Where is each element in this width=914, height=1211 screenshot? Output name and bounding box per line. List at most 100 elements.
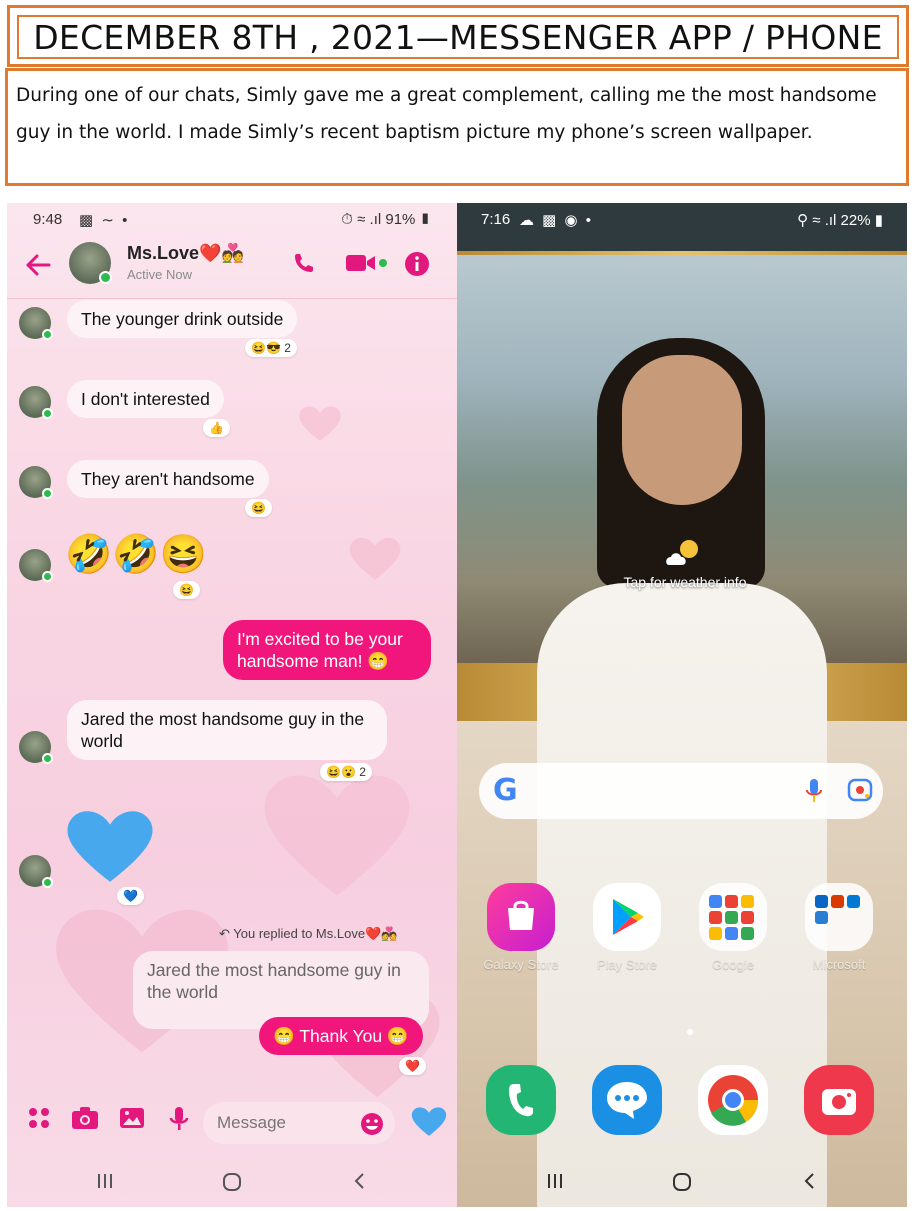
folder-app-grid — [815, 895, 863, 924]
message-reaction[interactable]: 😆😮 2 — [320, 763, 372, 781]
online-indicator — [42, 571, 53, 582]
contact-avatar[interactable] — [69, 242, 112, 284]
gallery-icon[interactable] — [119, 1106, 145, 1130]
notification-icons: ▩ ∼ • — [79, 212, 130, 229]
reply-note-emoji: ❤️💑 — [365, 926, 398, 941]
online-indicator — [42, 877, 53, 888]
emoji-picker-icon[interactable] — [360, 1112, 384, 1136]
weather-label: Tap for weather info — [623, 574, 747, 590]
background-heart-icon — [264, 775, 410, 896]
home-button-icon[interactable] — [671, 1171, 693, 1193]
background-heart-icon — [349, 537, 401, 580]
background-heart-icon — [299, 406, 341, 441]
sender-avatar[interactable] — [19, 307, 53, 340]
battery-indicator: ⏱ ≈ .ıl 91% ▮ — [341, 211, 431, 228]
description-text: During one of our chats, Simly gave me a… — [16, 85, 877, 143]
voice-search-icon[interactable] — [805, 778, 823, 804]
sender-avatar[interactable] — [19, 855, 53, 888]
status-time: 9:48 — [33, 211, 63, 228]
sent-message-bubble[interactable]: I'm excited to be your handsome man! 😁 — [223, 620, 431, 680]
recent-apps-icon[interactable] — [545, 1171, 565, 1191]
title-box: DECEMBER 8TH , 2021—MESSENGER APP / PHON… — [7, 5, 909, 67]
message-bubble[interactable]: The younger drink outside — [67, 300, 298, 338]
message-bubble[interactable]: Jared the most handsome guy in the world — [67, 700, 387, 760]
dock-phone-app[interactable] — [481, 1065, 561, 1135]
microsoft-folder-icon — [805, 883, 873, 951]
sender-avatar[interactable] — [19, 731, 53, 764]
sender-avatar[interactable] — [19, 466, 53, 499]
wallpaper-person-dress — [537, 583, 827, 1207]
app-label: Galaxy Store — [483, 957, 559, 972]
active-status: Active Now — [127, 267, 193, 282]
chat-header: Ms.Love❤️💑 Active Now — [7, 237, 457, 299]
messages-icon — [592, 1065, 662, 1135]
online-indicator — [42, 753, 53, 764]
blue-heart-emoji-icon[interactable] — [63, 803, 157, 887]
galaxy-store-icon — [487, 883, 555, 951]
app-play-store[interactable]: Play Store — [587, 883, 667, 972]
message-bubble[interactable]: I don't interested — [67, 380, 224, 418]
message-composer — [7, 1088, 457, 1158]
video-call-icon[interactable] — [345, 251, 389, 275]
status-time: 7:16 — [481, 211, 511, 228]
phone-call-icon[interactable] — [292, 251, 316, 275]
dock-chrome-app[interactable] — [693, 1065, 773, 1135]
battery-percent: 22% — [840, 212, 871, 229]
contact-name-text: Ms.Love — [127, 243, 200, 263]
page-title: DECEMBER 8TH , 2021—MESSENGER APP / PHON… — [33, 17, 883, 57]
chrome-icon — [698, 1065, 768, 1135]
weather-sun-cloud-icon — [666, 540, 698, 565]
sender-avatar[interactable] — [19, 549, 53, 582]
message-reaction[interactable]: 😆😎 2 — [245, 339, 297, 357]
play-store-icon — [593, 883, 661, 951]
message-reaction[interactable]: 👍 — [203, 419, 230, 437]
recent-apps-icon[interactable] — [95, 1171, 115, 1191]
app-label: Play Store — [597, 957, 657, 972]
back-button-icon[interactable] — [351, 1171, 369, 1191]
status-bar: 9:48 ▩ ∼ • ⏱ ≈ .ıl 91% ▮ — [7, 203, 457, 237]
message-reaction[interactable]: ❤️ — [399, 1057, 426, 1075]
system-nav-bar — [7, 1157, 457, 1207]
weather-widget[interactable]: Tap for weather info — [605, 535, 765, 590]
google-folder-icon — [699, 883, 767, 951]
app-galaxy-store[interactable]: Galaxy Store — [481, 883, 561, 972]
online-indicator — [42, 329, 53, 340]
app-microsoft-folder[interactable]: Microsoft — [799, 883, 879, 972]
emoji-message[interactable]: 🤣🤣😆 — [65, 533, 207, 577]
sent-message-bubble[interactable]: 😁 Thank You 😁 — [259, 1017, 423, 1055]
message-reaction[interactable]: 💙 — [117, 887, 144, 905]
camera-icon[interactable] — [71, 1106, 99, 1130]
back-button-icon[interactable] — [801, 1171, 819, 1191]
description-box: During one of our chats, Simly gave me a… — [5, 68, 909, 186]
app-google-folder[interactable]: Google — [693, 883, 773, 972]
title-inner-border: DECEMBER 8TH , 2021—MESSENGER APP / PHON… — [17, 15, 899, 59]
online-indicator — [42, 488, 53, 499]
message-reaction[interactable]: 😆 — [173, 581, 200, 599]
google-search-bar[interactable]: G — [479, 763, 883, 819]
message-reaction[interactable]: 😆 — [245, 499, 272, 517]
battery-indicator: ⚲ ≈ .ıl 22% ▮ — [797, 212, 883, 229]
reply-note: ↶ You replied to Ms.Love❤️💑 — [219, 926, 398, 941]
status-bar: 7:16 ☁ ▩ ◉ • ⚲ ≈ .ıl 22% ▮ — [457, 203, 907, 237]
battery-percent: 91% — [385, 211, 416, 228]
folder-app-grid — [709, 895, 757, 940]
home-screen-screenshot: 7:16 ☁ ▩ ◉ • ⚲ ≈ .ıl 22% ▮ Tap for weath… — [457, 203, 907, 1207]
google-g-icon: G — [493, 773, 518, 808]
microphone-icon[interactable] — [169, 1106, 189, 1132]
app-label: Microsoft — [812, 957, 866, 972]
sender-avatar[interactable] — [19, 386, 53, 419]
reply-note-text: You replied to Ms.Love — [233, 926, 366, 941]
dock-camera-app[interactable] — [799, 1065, 879, 1135]
send-heart-icon[interactable] — [410, 1104, 448, 1138]
info-icon[interactable] — [404, 251, 430, 277]
home-button-icon[interactable] — [221, 1171, 243, 1193]
dock-messages-app[interactable] — [587, 1065, 667, 1135]
google-lens-icon[interactable] — [847, 778, 873, 802]
contact-name-emoji: ❤️💑 — [199, 243, 244, 263]
phone-icon — [486, 1065, 556, 1135]
camera-icon — [804, 1065, 874, 1135]
more-apps-icon[interactable] — [27, 1106, 51, 1130]
contact-name[interactable]: Ms.Love❤️💑 — [127, 243, 244, 264]
back-arrow-icon[interactable] — [25, 253, 51, 277]
message-bubble[interactable]: They aren't handsome — [67, 460, 269, 498]
